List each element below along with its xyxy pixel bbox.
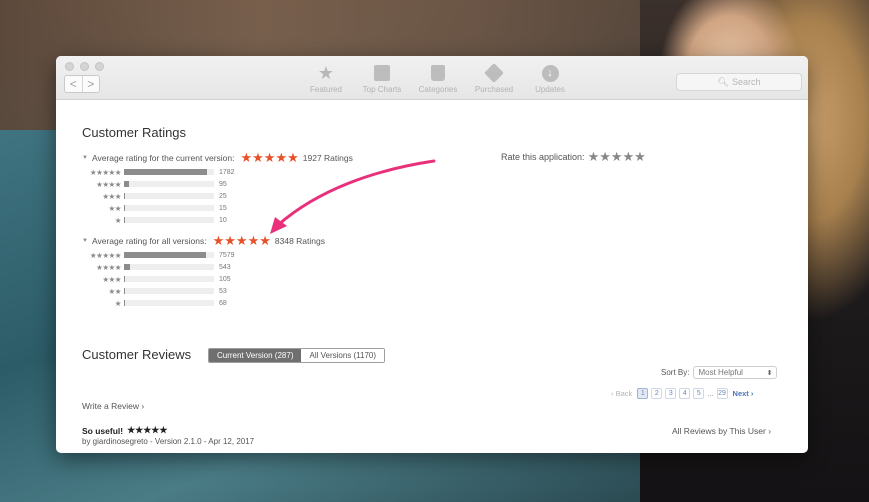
tab-categories-label: Categories <box>418 85 458 94</box>
top-charts-icon <box>374 65 390 81</box>
review-title: So useful! ★★★★★ <box>82 425 167 436</box>
window-zoom-button[interactable] <box>95 62 104 71</box>
all-reviews-by-user-link[interactable]: All Reviews by This User › <box>672 426 771 436</box>
tab-all-versions[interactable]: All Versions (1170) <box>301 349 385 362</box>
sort-by: Sort By: Most Helpful ⬍ <box>661 366 778 379</box>
app-store-window: < > ★ Featured Top Charts Categories Pur… <box>56 56 808 453</box>
tab-featured[interactable]: ★ Featured <box>298 62 354 95</box>
window-minimize-button[interactable] <box>80 62 89 71</box>
write-review-link[interactable]: Write a Review › <box>82 401 144 411</box>
pager-page-1[interactable]: 1 <box>637 388 649 399</box>
history-nav: < > <box>64 75 100 93</box>
tab-updates-label: Updates <box>535 85 565 94</box>
reviews-version-toggle: Current Version (287) All Versions (1170… <box>208 348 386 363</box>
tab-current-version[interactable]: Current Version (287) <box>209 349 302 362</box>
purchased-icon <box>484 63 504 83</box>
pager-next[interactable]: Next › <box>733 389 754 398</box>
search-placeholder: Search <box>731 77 761 87</box>
search-input[interactable]: 🔍︎ Search <box>676 73 802 91</box>
forward-button[interactable]: > <box>81 76 100 92</box>
updown-chevron-icon: ⬍ <box>766 369 773 377</box>
review-meta: by giardinosegreto - Version 2.1.0 - Apr… <box>82 437 255 446</box>
sort-label: Sort By: <box>661 368 690 377</box>
review-title-text: So useful! <box>82 425 124 436</box>
updates-icon: ↓ <box>541 64 559 82</box>
star-icon: ★ <box>317 62 335 83</box>
review-stars: ★★★★★ <box>127 425 168 435</box>
sort-select[interactable]: Most Helpful ⬍ <box>693 366 778 379</box>
content-area: Customer Ratings ▼ Average rating for th… <box>56 100 808 453</box>
sort-value: Most Helpful <box>698 368 743 377</box>
pager-back[interactable]: ‹ Back <box>611 389 632 398</box>
tab-featured-label: Featured <box>309 85 343 94</box>
pager-ellipsis: ... <box>707 389 714 398</box>
window-close-button[interactable] <box>65 62 74 71</box>
pager-page-3[interactable]: 3 <box>665 388 677 399</box>
pagination: ‹ Back 1 2 3 4 5 ... 29 Next › <box>611 388 753 399</box>
tab-updates[interactable]: ↓ Updates <box>522 62 578 94</box>
categories-icon <box>431 65 445 81</box>
annotation-arrow-icon <box>270 159 436 234</box>
back-button[interactable]: < <box>65 76 82 92</box>
tab-top-charts[interactable]: Top Charts <box>354 62 410 94</box>
tab-top-charts-label: Top Charts <box>362 85 402 94</box>
pager-page-last[interactable]: 29 <box>716 388 728 399</box>
toolbar-tabs: ★ Featured Top Charts Categories Purchas… <box>298 62 578 95</box>
titlebar: < > ★ Featured Top Charts Categories Pur… <box>56 56 808 100</box>
tab-purchased[interactable]: Purchased <box>466 62 522 94</box>
pager-page-2[interactable]: 2 <box>651 388 663 399</box>
tab-categories[interactable]: Categories <box>410 62 466 94</box>
tab-purchased-label: Purchased <box>474 85 514 94</box>
pager-page-4[interactable]: 4 <box>679 388 691 399</box>
pager-page-5[interactable]: 5 <box>693 388 705 399</box>
search-icon: 🔍︎ <box>717 76 729 87</box>
reviews-title: Customer Reviews <box>82 347 192 362</box>
